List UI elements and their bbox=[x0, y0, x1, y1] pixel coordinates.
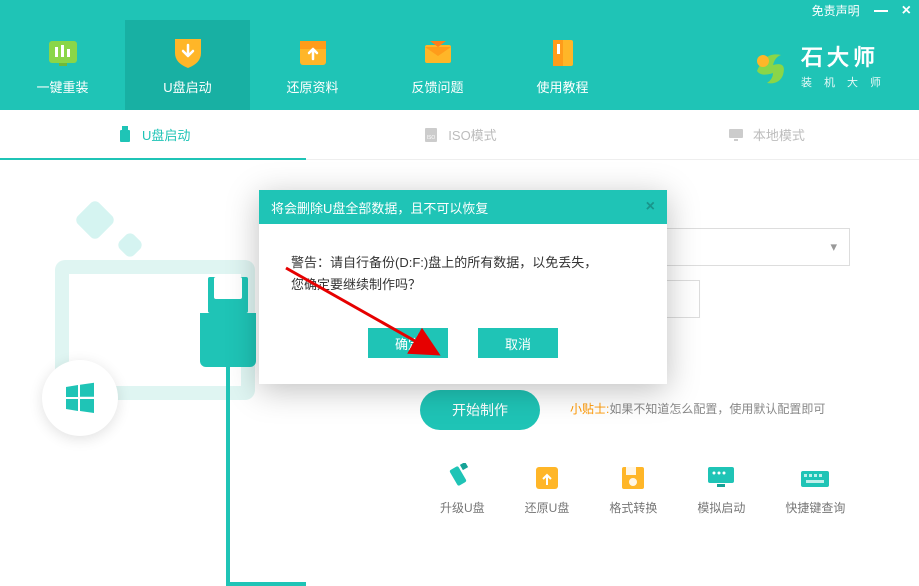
tool-label: 快捷键查询 bbox=[785, 499, 845, 516]
disclaimer-link[interactable]: 免责声明 bbox=[812, 2, 860, 19]
chevron-down-icon: ▾ bbox=[830, 239, 837, 255]
tab-label: 使用教程 bbox=[536, 77, 588, 96]
tab-label: 还原资料 bbox=[286, 77, 338, 96]
tool-bar: 升级U盘 还原U盘 格式转换 模拟启动 快捷键查询 bbox=[440, 463, 845, 516]
restore-box-icon bbox=[530, 463, 564, 493]
bar-chart-icon bbox=[45, 35, 81, 71]
tab-label: U盘启动 bbox=[163, 77, 211, 96]
usb-icon bbox=[116, 125, 134, 143]
tip-label: 小贴士: bbox=[570, 402, 609, 416]
titlebar: 免责声明 × bbox=[0, 0, 919, 20]
dialog-body: 警告：请自行备份(D:F:)盘上的所有数据，以免丢失， 您确定要继续制作吗？ bbox=[259, 224, 667, 314]
close-icon[interactable]: × bbox=[902, 5, 911, 17]
envelope-icon bbox=[420, 35, 456, 71]
shield-download-icon bbox=[170, 35, 206, 71]
subtab-label: ISO模式 bbox=[448, 125, 496, 144]
tab-tutorial[interactable]: 使用教程 bbox=[500, 20, 625, 110]
tab-one-click-reinstall[interactable]: 一键重装 bbox=[0, 20, 125, 110]
subtab-local-mode[interactable]: 本地模式 bbox=[613, 110, 919, 160]
tool-label: 格式转换 bbox=[609, 499, 657, 516]
subtab-usb-boot[interactable]: U盘启动 bbox=[0, 110, 306, 160]
tip-body: 如果不知道怎么配置，使用默认配置即可 bbox=[609, 402, 825, 416]
svg-text:ISO: ISO bbox=[427, 135, 436, 141]
tab-label: 一键重装 bbox=[36, 77, 88, 96]
iso-file-icon: ISO bbox=[422, 126, 440, 144]
subtab-iso-mode[interactable]: ISO ISO模式 bbox=[306, 110, 612, 160]
windows-logo-icon bbox=[42, 360, 118, 436]
subtab-label: U盘启动 bbox=[142, 125, 190, 144]
monitor-icon bbox=[727, 126, 745, 144]
tool-upgrade-usb[interactable]: 升级U盘 bbox=[440, 463, 485, 516]
dialog-title-bar: 将会删除U盘全部数据，且不可以恢复 × bbox=[259, 190, 667, 224]
cancel-button[interactable]: 取消 bbox=[478, 328, 558, 358]
dialog-line-1: 警告：请自行备份(D:F:)盘上的所有数据，以免丢失， bbox=[291, 252, 635, 274]
disk-icon bbox=[616, 463, 650, 493]
tool-label: 模拟启动 bbox=[697, 499, 745, 516]
header-nav: 一键重装 U盘启动 还原资料 反馈问题 使用教程 石大师 装机大师 bbox=[0, 20, 919, 110]
keyboard-icon bbox=[798, 463, 832, 493]
start-make-button[interactable]: 开始制作 bbox=[420, 390, 540, 430]
confirm-dialog: 将会删除U盘全部数据，且不可以恢复 × 警告：请自行备份(D:F:)盘上的所有数… bbox=[259, 190, 667, 384]
dialog-line-2: 您确定要继续制作吗？ bbox=[291, 274, 635, 296]
upload-box-icon bbox=[295, 35, 331, 71]
dialog-title: 将会删除U盘全部数据，且不可以恢复 bbox=[271, 198, 488, 217]
sub-tabs: U盘启动 ISO ISO模式 本地模式 bbox=[0, 110, 919, 160]
tool-simulate-boot[interactable]: 模拟启动 bbox=[697, 463, 745, 516]
tab-restore-data[interactable]: 还原资料 bbox=[250, 20, 375, 110]
monitor-sim-icon bbox=[704, 463, 738, 493]
tool-format-convert[interactable]: 格式转换 bbox=[609, 463, 657, 516]
brand: 石大师 装机大师 bbox=[747, 20, 919, 110]
tool-label: 还原U盘 bbox=[525, 499, 570, 516]
tool-restore-usb[interactable]: 还原U盘 bbox=[525, 463, 570, 516]
tip-text: 小贴士:如果不知道怎么配置，使用默认配置即可 bbox=[570, 400, 825, 417]
dialog-close-icon[interactable]: × bbox=[646, 198, 655, 216]
brand-title: 石大师 bbox=[801, 40, 893, 72]
usb-diag-icon bbox=[445, 463, 479, 493]
brand-logo-icon bbox=[747, 43, 791, 87]
tool-hotkey-query[interactable]: 快捷键查询 bbox=[785, 463, 845, 516]
book-icon bbox=[545, 35, 581, 71]
subtab-label: 本地模式 bbox=[753, 125, 805, 144]
ok-button[interactable]: 确定 bbox=[368, 328, 448, 358]
tab-feedback[interactable]: 反馈问题 bbox=[375, 20, 500, 110]
tab-usb-boot[interactable]: U盘启动 bbox=[125, 20, 250, 110]
brand-subtitle: 装机大师 bbox=[801, 74, 893, 90]
minimize-icon[interactable] bbox=[874, 10, 888, 12]
tool-label: 升级U盘 bbox=[440, 499, 485, 516]
decorative-bg bbox=[0, 160, 300, 490]
tab-label: 反馈问题 bbox=[411, 77, 463, 96]
